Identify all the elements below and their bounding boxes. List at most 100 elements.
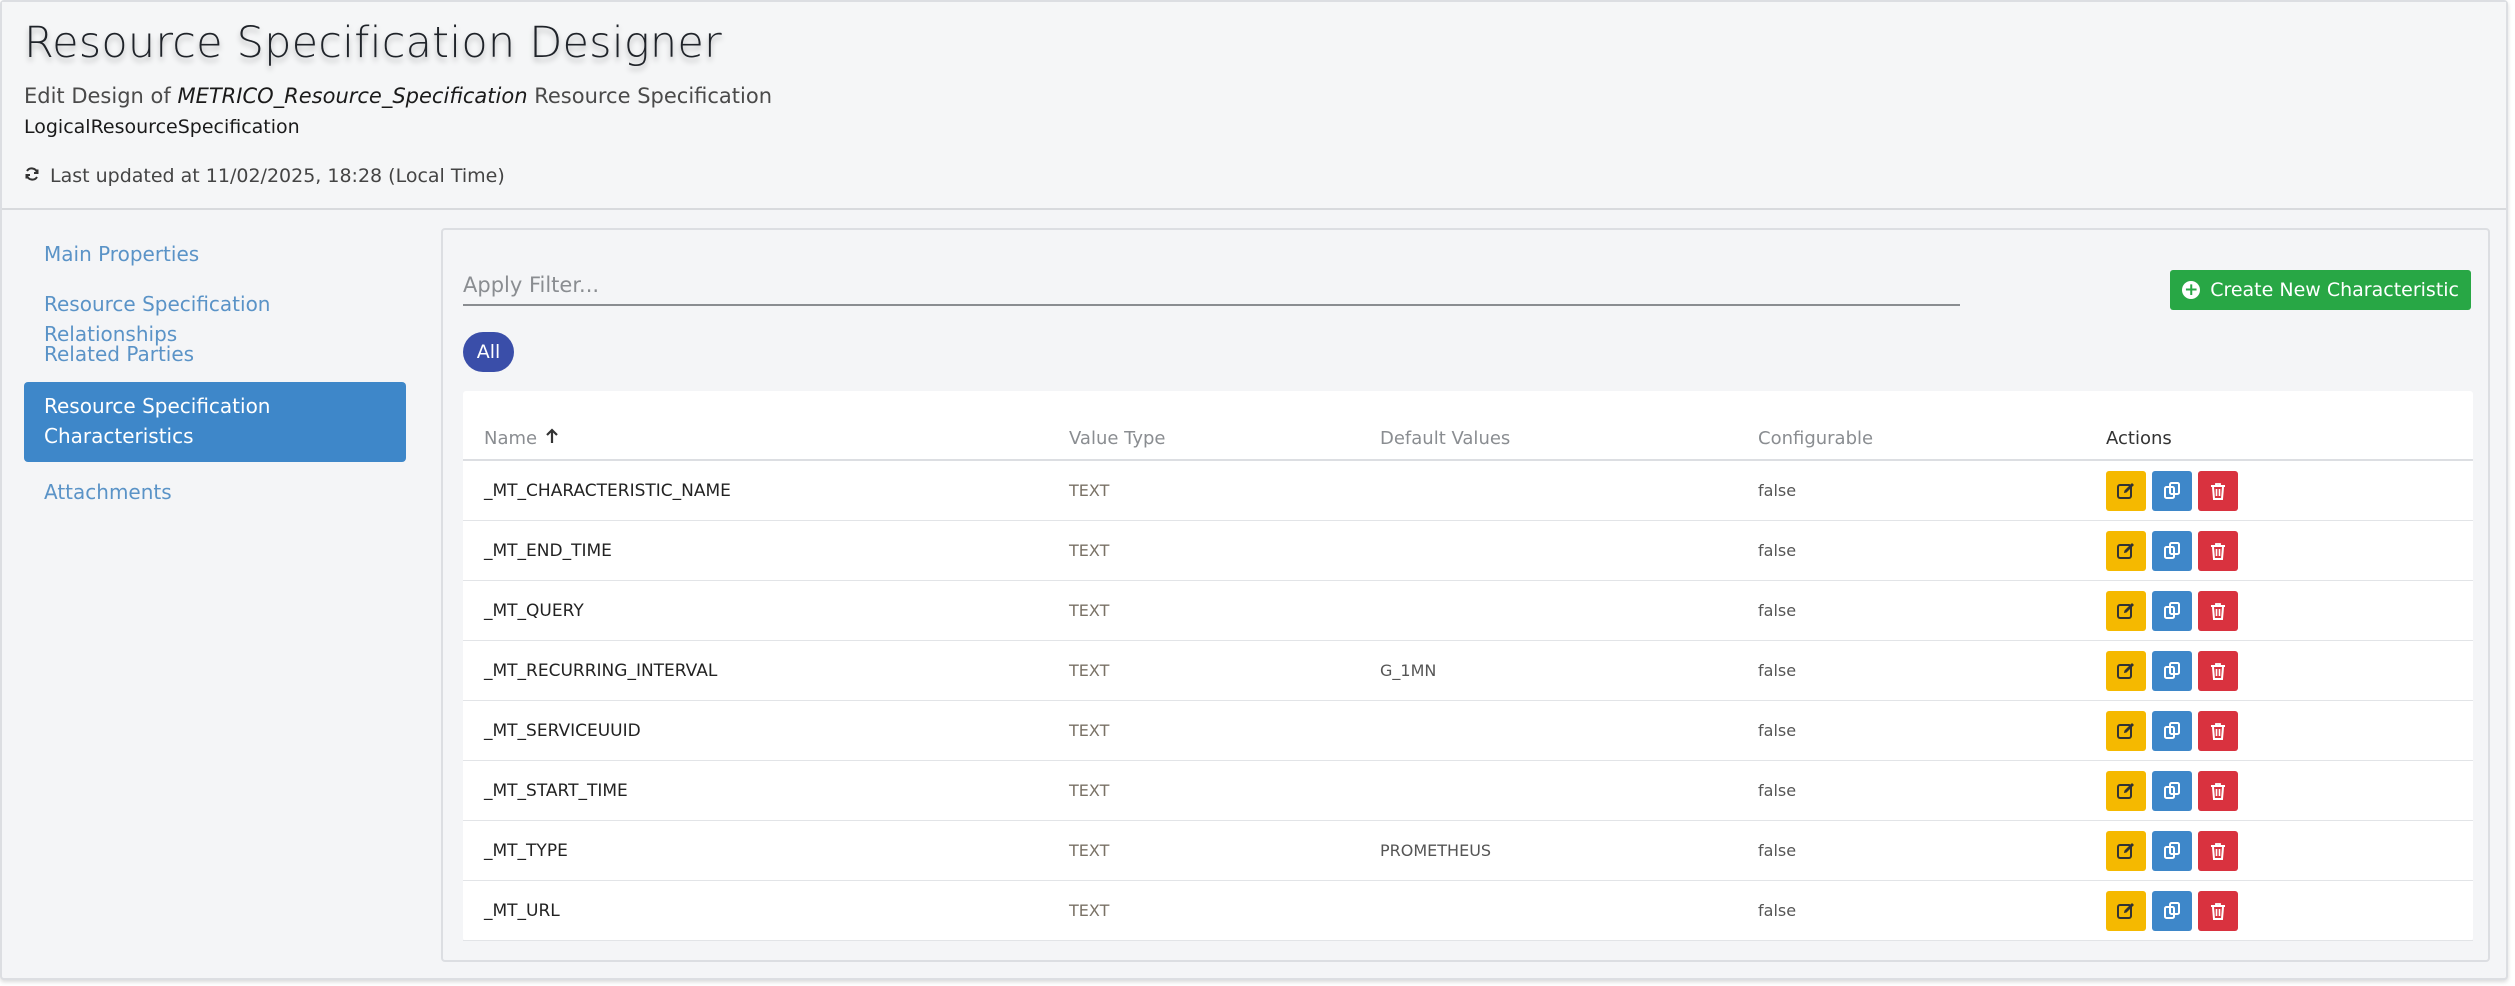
delete-button[interactable] — [2198, 590, 2238, 631]
cell-actions — [2085, 650, 2238, 691]
cell-value-type: TEXT — [1069, 841, 1110, 860]
delete-button[interactable] — [2198, 530, 2238, 571]
sidebar-item-attachments[interactable]: Attachments — [24, 470, 406, 520]
delete-button[interactable] — [2198, 710, 2238, 751]
filter-input[interactable] — [463, 266, 1960, 306]
create-characteristic-label: Create New Characteristic — [2210, 279, 2459, 301]
trash-icon — [2211, 542, 2225, 560]
cell-configurable: false — [1758, 601, 1797, 620]
cell-name: _MT_URL — [484, 900, 560, 921]
delete-button[interactable] — [2198, 650, 2238, 691]
table-row: _MT_RECURRING_INTERVAL TEXT G_1MN false — [463, 641, 2473, 701]
table-row: _MT_TYPE TEXT PROMETHEUS false — [463, 821, 2473, 881]
delete-button[interactable] — [2198, 470, 2238, 511]
edit-icon — [2117, 722, 2134, 739]
cell-name: _MT_TYPE — [484, 840, 568, 861]
cell-configurable: false — [1758, 661, 1797, 680]
edit-button[interactable] — [2106, 590, 2146, 631]
copy-icon — [2164, 601, 2180, 619]
cell-actions — [2085, 770, 2238, 811]
edit-icon — [2117, 662, 2134, 679]
cell-name: _MT_RECURRING_INTERVAL — [484, 660, 718, 681]
cell-default-values: PROMETHEUS — [1380, 841, 1492, 860]
copy-icon — [2164, 901, 2180, 919]
copy-button[interactable] — [2152, 890, 2192, 931]
table-row: _MT_END_TIME TEXT false — [463, 521, 2473, 581]
delete-button[interactable] — [2198, 890, 2238, 931]
column-header-actions: Actions — [2106, 428, 2172, 449]
cell-configurable: false — [1758, 901, 1797, 920]
cell-value-type: TEXT — [1069, 601, 1110, 620]
subtitle-prefix: Edit Design of — [24, 84, 171, 108]
delete-button[interactable] — [2198, 830, 2238, 871]
filter-pill-all[interactable]: All — [463, 332, 514, 372]
page-header: Resource Specification Designer Edit Des… — [2, 2, 2506, 210]
edit-icon — [2117, 782, 2134, 799]
cell-actions — [2085, 830, 2238, 871]
copy-button[interactable] — [2152, 830, 2192, 871]
sidebar: Main Properties Resource Specification R… — [24, 232, 406, 520]
spec-name: METRICO_Resource_Specification — [177, 84, 528, 108]
cell-configurable: false — [1758, 841, 1797, 860]
copy-button[interactable] — [2152, 770, 2192, 811]
sidebar-item-relationships[interactable]: Resource Specification Relationships — [24, 282, 406, 346]
refresh-icon[interactable] — [24, 165, 40, 187]
edit-button[interactable] — [2106, 830, 2146, 871]
cell-configurable: false — [1758, 481, 1797, 500]
cell-value-type: TEXT — [1069, 721, 1110, 740]
table-body: _MT_CHARACTERISTIC_NAME TEXT false _MT_E… — [463, 461, 2473, 941]
edit-button[interactable] — [2106, 890, 2146, 931]
column-name-label: Name — [484, 428, 538, 449]
copy-icon — [2164, 661, 2180, 679]
copy-icon — [2164, 481, 2180, 499]
edit-icon — [2117, 842, 2134, 859]
copy-button[interactable] — [2152, 710, 2192, 751]
edit-icon — [2117, 602, 2134, 619]
copy-button[interactable] — [2152, 470, 2192, 511]
edit-icon — [2117, 482, 2134, 499]
edit-button[interactable] — [2106, 710, 2146, 751]
cell-configurable: false — [1758, 721, 1797, 740]
column-header-configurable[interactable]: Configurable — [1737, 428, 2085, 449]
cell-name: _MT_END_TIME — [484, 540, 612, 561]
cell-actions — [2085, 710, 2238, 751]
copy-icon — [2164, 541, 2180, 559]
copy-button[interactable] — [2152, 650, 2192, 691]
app-frame: Resource Specification Designer Edit Des… — [0, 0, 2508, 980]
cell-actions — [2085, 530, 2238, 571]
column-header-default-values[interactable]: Default Values — [1359, 428, 1737, 449]
characteristics-panel: + Create New Characteristic All Name Val… — [441, 228, 2490, 962]
create-characteristic-button[interactable]: + Create New Characteristic — [2170, 270, 2471, 310]
cell-value-type: TEXT — [1069, 541, 1110, 560]
edit-button[interactable] — [2106, 470, 2146, 511]
cell-name: _MT_START_TIME — [484, 780, 628, 801]
edit-button[interactable] — [2106, 770, 2146, 811]
table-header: Name Value Type Default Values Configura… — [463, 391, 2473, 461]
column-header-name[interactable]: Name — [484, 428, 1069, 449]
edit-button[interactable] — [2106, 650, 2146, 691]
sidebar-item-characteristics[interactable]: Resource Specification Characteristics — [24, 382, 406, 462]
column-header-value-type[interactable]: Value Type — [1048, 428, 1359, 449]
table-row: _MT_CHARACTERISTIC_NAME TEXT false — [463, 461, 2473, 521]
copy-icon — [2164, 841, 2180, 859]
cell-value-type: TEXT — [1069, 481, 1110, 500]
copy-button[interactable] — [2152, 530, 2192, 571]
sidebar-item-main-properties[interactable]: Main Properties — [24, 232, 406, 282]
trash-icon — [2211, 722, 2225, 740]
cell-default-values: G_1MN — [1380, 661, 1437, 680]
sidebar-item-related-parties[interactable]: Related Parties — [24, 332, 406, 382]
table-row: _MT_URL TEXT false — [463, 881, 2473, 941]
cell-value-type: TEXT — [1069, 901, 1110, 920]
plus-circle-icon: + — [2182, 280, 2201, 300]
edit-icon — [2117, 902, 2134, 919]
subtitle-suffix: Resource Specification — [534, 84, 773, 108]
spec-type: LogicalResourceSpecification — [24, 116, 300, 138]
delete-button[interactable] — [2198, 770, 2238, 811]
copy-button[interactable] — [2152, 590, 2192, 631]
characteristics-table: Name Value Type Default Values Configura… — [463, 391, 2473, 941]
cell-actions — [2085, 470, 2238, 511]
edit-button[interactable] — [2106, 530, 2146, 571]
trash-icon — [2211, 782, 2225, 800]
last-updated-text: Last updated at 11/02/2025, 18:28 (Local… — [50, 165, 505, 187]
trash-icon — [2211, 602, 2225, 620]
